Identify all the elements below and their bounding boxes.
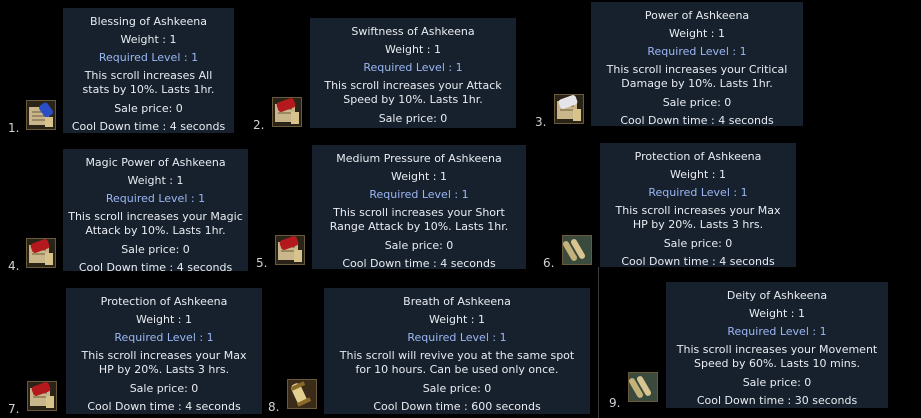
item-title: Magic Power of Ashkeena (85, 156, 226, 169)
item-description-line: This scroll increases your Max (615, 204, 781, 217)
item-description-line: This scroll increases All (84, 69, 213, 82)
item-description-line: This scroll increases your Short (333, 206, 505, 219)
item-cooldown: Cool Down time : 4 seconds (87, 400, 241, 413)
scroll-gold-icon[interactable] (287, 379, 317, 409)
item-number: 2. (253, 118, 265, 132)
item-sale-price: Sale price: 0 (129, 382, 199, 395)
scroll-red-icon[interactable] (272, 97, 302, 127)
item-tooltip: Power of Ashkeena Weight : 1 Required Le… (591, 2, 803, 126)
scroll-parchment-icon[interactable] (628, 372, 658, 402)
item-weight: Weight : 1 (748, 307, 806, 320)
item-description-line: stats by 10%. Lasts 1hr. (82, 83, 215, 96)
item-tooltip: Blessing of Ashkeena Weight : 1 Required… (63, 8, 234, 133)
column-divider (598, 267, 599, 418)
item-weight: Weight : 1 (668, 27, 726, 40)
item-number: 8. (268, 400, 280, 414)
item-tooltip: Protection of Ashkeena Weight : 1 Requir… (600, 143, 796, 267)
item-sale-price: Sale price: 0 (121, 243, 190, 256)
item-title: Power of Ashkeena (644, 9, 750, 22)
item-description-line: This scroll will revive you at the same … (339, 349, 575, 362)
item-tooltip: Swiftness of Ashkeena Weight : 1 Require… (310, 18, 516, 128)
item-required-level: Required Level : 1 (727, 325, 827, 338)
item-tooltip: Medium Pressure of Ashkeena Weight : 1 R… (312, 145, 526, 269)
item-weight: Weight : 1 (127, 174, 184, 187)
item-description-line: This scroll increases your Attack (324, 79, 502, 92)
item-required-level: Required Level : 1 (98, 51, 199, 64)
item-weight: Weight : 1 (120, 33, 177, 46)
item-number: 4. (8, 259, 20, 273)
item-required-level: Required Level : 1 (363, 61, 463, 74)
item-sale-price: Sale price: 0 (114, 102, 183, 115)
scroll-parchment-icon[interactable] (562, 235, 592, 265)
item-description-line: This scroll increases your Magic (68, 210, 243, 223)
item-tooltip: Protection of Ashkeena Weight : 1 Requir… (66, 288, 262, 414)
item-description-line: This scroll increases your Critical (606, 63, 788, 76)
item-sale-price: Sale price: 0 (378, 112, 448, 125)
item-weight: Weight : 1 (390, 170, 448, 183)
scroll-red-icon[interactable] (27, 381, 57, 411)
item-description-line: This scroll increases your Movement (676, 343, 878, 356)
item-required-level: Required Level : 1 (114, 331, 214, 344)
item-required-level: Required Level : 1 (105, 192, 206, 205)
item-description-line: for 10 hours. Can be used only once. (355, 363, 559, 376)
item-title: Protection of Ashkeena (634, 150, 762, 163)
item-title: Breath of Ashkeena (403, 295, 511, 308)
item-tooltip: Breath of Ashkeena Weight : 1 Required L… (324, 288, 590, 414)
item-title: Deity of Ashkeena (726, 289, 828, 302)
item-cooldown: Cool Down time : 4 seconds (78, 261, 233, 271)
item-description-line: HP by 20%. Lasts 3 hrs. (632, 218, 764, 231)
item-number: 9. (609, 396, 621, 410)
scroll-white-icon[interactable] (554, 94, 584, 124)
item-sale-price: Sale price: 0 (663, 237, 733, 250)
item-sale-price: Sale price: 0 (422, 382, 492, 395)
item-required-level: Required Level : 1 (647, 45, 747, 58)
item-number: 7. (8, 402, 20, 416)
item-cooldown: Cool Down time : 4 seconds (620, 114, 774, 126)
item-title: Medium Pressure of Ashkeena (336, 152, 502, 165)
item-title: Swiftness of Ashkeena (351, 25, 475, 38)
item-description-line: Attack by 10%. Lasts 1hr. (85, 224, 226, 237)
item-title: Blessing of Ashkeena (90, 15, 207, 28)
item-tooltip: Magic Power of Ashkeena Weight : 1 Requi… (63, 149, 248, 271)
item-description-line: HP by 20%. Lasts 3 hrs. (98, 363, 230, 376)
item-weight: Weight : 1 (384, 43, 442, 56)
item-description-line: This scroll increases your Max (81, 349, 247, 362)
item-tooltip: Deity of Ashkeena Weight : 1 Required Le… (666, 282, 888, 408)
item-number: 5. (256, 256, 268, 270)
item-number: 6. (543, 256, 555, 270)
item-description-line: Speed by 60%. Lasts 10 mins. (693, 357, 860, 370)
item-description-line: Range Attack by 10%. Lasts 1hr. (329, 220, 509, 233)
item-sale-price: Sale price: 0 (742, 376, 812, 389)
item-cooldown: Cool Down time : 30 seconds (696, 394, 858, 407)
item-cooldown: Cool Down time : 4 seconds (342, 257, 496, 269)
item-weight: Weight : 1 (669, 168, 727, 181)
item-weight: Weight : 1 (428, 313, 486, 326)
item-required-level: Required Level : 1 (369, 188, 469, 201)
item-weight: Weight : 1 (135, 313, 193, 326)
scroll-red-icon[interactable] (275, 235, 305, 265)
scroll-blue-icon[interactable] (26, 100, 56, 130)
item-sale-price: Sale price: 0 (662, 96, 732, 109)
item-required-level: Required Level : 1 (407, 331, 507, 344)
item-title: Protection of Ashkeena (100, 295, 228, 308)
item-cooldown: Cool Down time : 4 seconds (621, 255, 775, 267)
item-cooldown: Cool Down time : 4 seconds (71, 120, 226, 133)
item-number: 1. (8, 121, 20, 135)
scroll-red-icon[interactable] (26, 238, 56, 268)
item-sale-price: Sale price: 0 (384, 239, 454, 252)
item-cooldown: Cool Down time : 600 seconds (373, 400, 541, 413)
item-description-line: Speed by 10%. Lasts 1hr. (343, 93, 483, 106)
item-number: 3. (535, 115, 547, 129)
item-required-level: Required Level : 1 (648, 186, 748, 199)
item-description-line: Damage by 10%. Lasts 1hr. (621, 77, 773, 90)
